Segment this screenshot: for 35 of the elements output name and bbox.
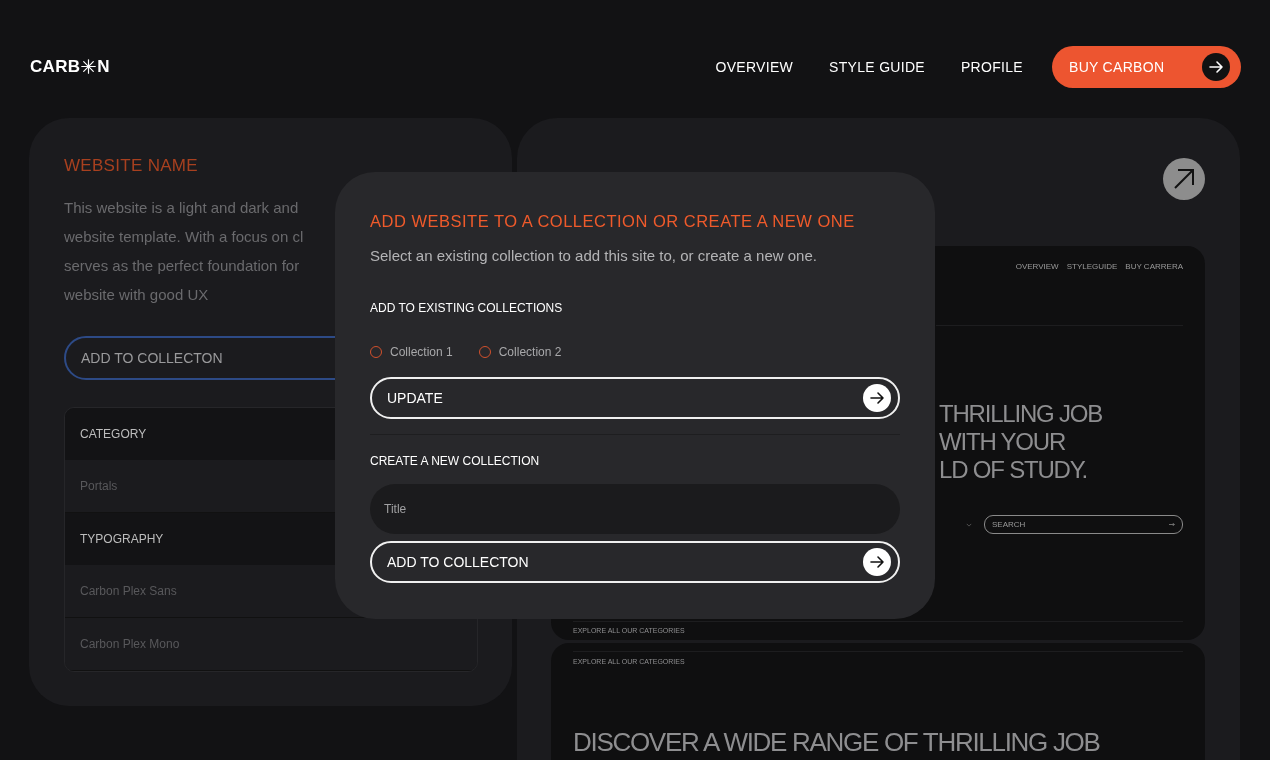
arrow-right-icon — [1202, 52, 1230, 81]
description-line: This website is a light and dark and — [64, 198, 299, 218]
arrow-right-icon — [863, 548, 891, 576]
arrow-right-icon — [863, 384, 891, 412]
section-label: CREATE A NEW COLLECTION — [370, 454, 541, 468]
arrow-up-right-icon[interactable] — [1163, 158, 1205, 200]
preview-headline: LD OF STUDY. — [939, 456, 1088, 484]
logo-text: CARB — [30, 56, 81, 77]
nav-link[interactable]: PROFILE — [961, 58, 1023, 75]
dialog-subtitle: Select an existing collection to add this site to, or create a new one. — [370, 247, 818, 264]
preview-headline: DISCOVER A WIDE RANGE OF THRILLING JOB — [573, 727, 1100, 757]
logo-text: N — [97, 56, 110, 77]
add-to-collection-button[interactable]: ADD TO COLLECTON — [370, 541, 900, 583]
description-line: website with good UX — [64, 285, 209, 305]
description-line: website template. With a focus on cl — [64, 227, 304, 247]
nav-link[interactable]: STYLE GUIDE — [829, 58, 925, 75]
table-cell: Carbon Plex Sans — [80, 584, 177, 598]
website-title: WEBSITE NAME — [64, 156, 199, 176]
table-cell: Portals — [80, 479, 118, 493]
nav-link[interactable]: OVERVIEW — [715, 58, 794, 75]
table-heading: CATEGORY — [80, 427, 147, 441]
update-button[interactable]: UPDATE — [370, 377, 900, 419]
table-heading: TYPOGRAPHY — [80, 532, 164, 546]
title-input-field[interactable]: Title — [370, 484, 900, 534]
preview-headline: WITH YOUR — [939, 428, 1067, 456]
arrow-right-icon — [1169, 522, 1175, 527]
table-cell: Carbon Plex Mono — [80, 637, 180, 651]
dialog-title: ADD WEBSITE TO A COLLECTION OR CREATE A NEW ONE — [370, 212, 856, 231]
description-line: serves as the perfect foundation for — [64, 256, 300, 276]
asterisk-icon — [81, 59, 97, 74]
collection-radio[interactable]: Collection 1 — [370, 345, 453, 359]
chevron-down-icon — [966, 522, 972, 527]
preview-headline: THRILLING JOB — [939, 400, 1104, 428]
buy-button[interactable]: BUY CARBON — [1052, 45, 1241, 88]
section-label: ADD TO EXISTING COLLECTIONS — [370, 301, 564, 315]
